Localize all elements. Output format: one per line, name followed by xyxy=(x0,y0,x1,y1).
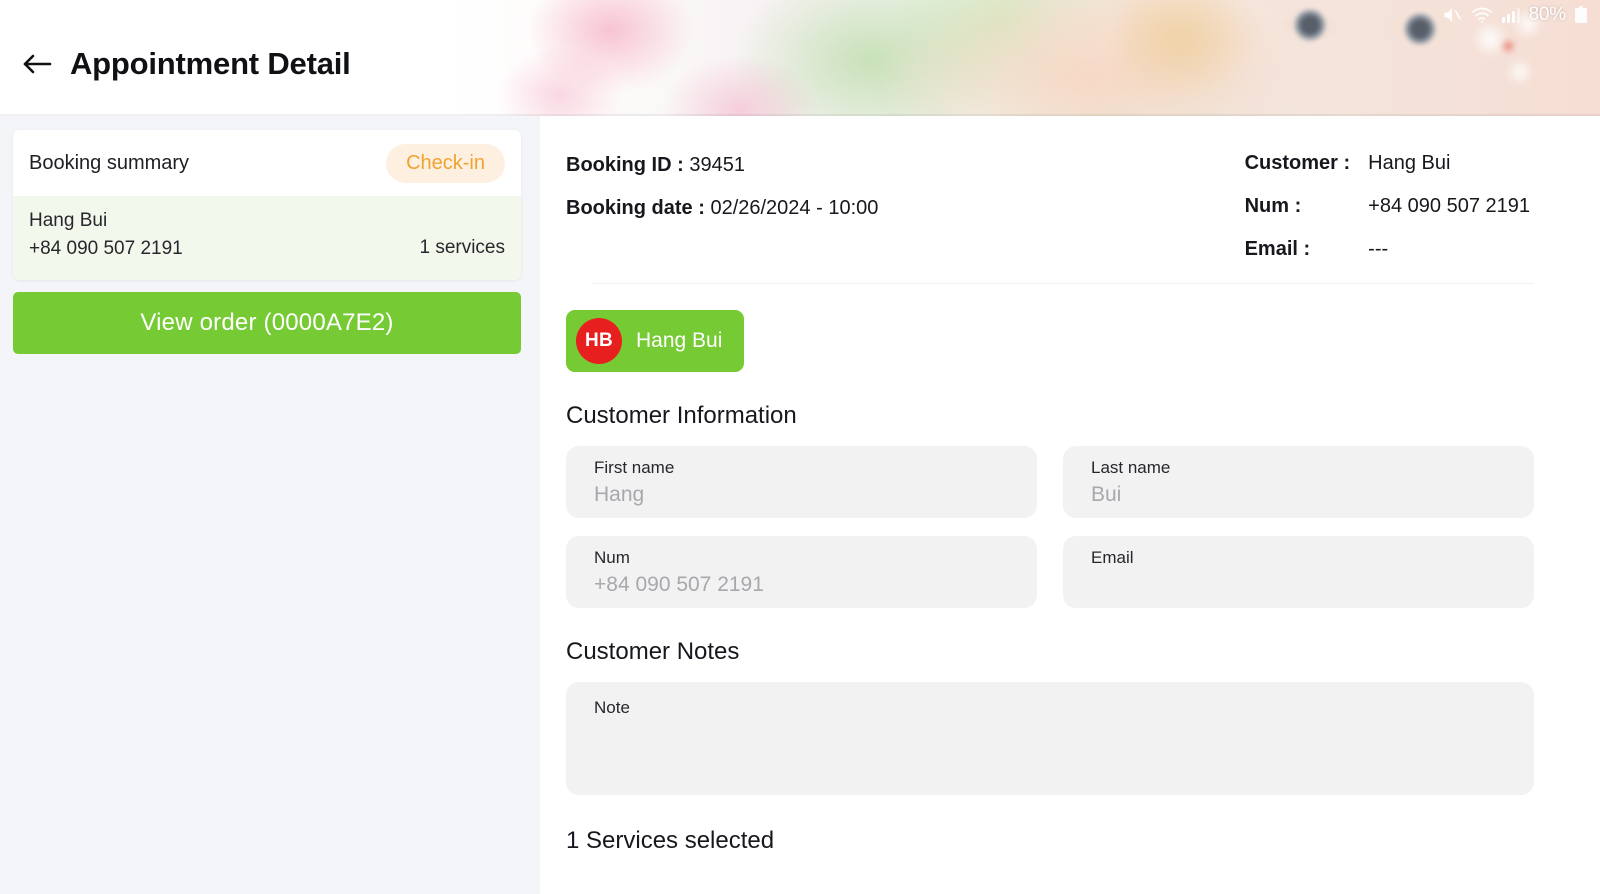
note-value xyxy=(594,718,1506,742)
email-label: Email : xyxy=(1244,238,1311,260)
avatar: HB xyxy=(576,318,622,364)
battery-percentage: 80% xyxy=(1528,4,1567,25)
booking-summary-title: Booking summary xyxy=(29,151,190,174)
summary-service-count: 1 services xyxy=(419,237,505,258)
num-field-label: Num xyxy=(594,548,630,567)
customer-notes-heading: Customer Notes xyxy=(566,638,740,665)
left-sidebar: Booking summary Check-in Hang Bui +84 09… xyxy=(0,116,540,894)
battery-icon xyxy=(1574,6,1588,24)
last-name-field[interactable]: Last name Bui xyxy=(1063,446,1534,518)
booking-id-row: Booking ID : 39451 xyxy=(566,154,878,177)
first-name-field[interactable]: First name Hang xyxy=(566,446,1037,518)
summary-customer-phone: +84 090 507 2191 xyxy=(29,238,183,259)
last-name-value: Bui xyxy=(1091,483,1122,506)
num-field[interactable]: Num +84 090 507 2191 xyxy=(566,536,1037,608)
booking-info-left: Booking ID : 39451 Booking date : 02/26/… xyxy=(566,152,878,240)
booking-info-grid: Booking ID : 39451 Booking date : 02/26/… xyxy=(566,152,1534,261)
booking-date-label: Booking date : xyxy=(566,197,705,219)
customer-value: Hang Bui xyxy=(1368,152,1451,174)
view-order-button[interactable]: View order (0000A7E2) xyxy=(13,292,521,354)
num-field-value: +84 090 507 2191 xyxy=(594,573,764,596)
booking-date-row: Booking date : 02/26/2024 - 10:00 xyxy=(566,197,878,220)
status-badge[interactable]: Check-in xyxy=(386,143,505,183)
email-value: --- xyxy=(1368,238,1389,260)
customer-label: Customer : xyxy=(1244,152,1351,174)
page-body: Booking summary Check-in Hang Bui +84 09… xyxy=(0,116,1600,894)
summary-customer-block: Hang Bui +84 090 507 2191 xyxy=(29,210,183,260)
email-field-label: Email xyxy=(1091,548,1134,567)
section-divider xyxy=(592,283,1534,284)
summary-customer-name: Hang Bui xyxy=(29,210,108,231)
customer-chip[interactable]: HB Hang Bui xyxy=(566,310,745,372)
email-field[interactable]: Email xyxy=(1063,536,1534,608)
email-field-value xyxy=(1091,573,1506,597)
page-title-row: Appointment Detail xyxy=(22,46,351,82)
booking-summary-card: Booking summary Check-in Hang Bui +84 09… xyxy=(13,130,521,280)
last-name-label: Last name xyxy=(1091,458,1171,477)
status-bar: 80% xyxy=(1441,4,1588,26)
banner-hair xyxy=(1120,0,1310,116)
app-root: 80% Appointment Detail Booking summary C… xyxy=(0,0,1600,894)
header-banner-image xyxy=(440,0,1600,116)
back-arrow-icon[interactable] xyxy=(22,51,52,77)
mute-icon xyxy=(1441,5,1463,25)
booking-id-value: 39451 xyxy=(689,154,745,176)
detail-panel: Booking ID : 39451 Booking date : 02/26/… xyxy=(540,116,1600,894)
chip-customer-name: Hang Bui xyxy=(636,329,723,352)
first-name-value: Hang xyxy=(594,483,645,506)
customer-note-input[interactable]: Note xyxy=(566,682,1534,795)
wifi-icon xyxy=(1471,6,1493,24)
num-label: Num : xyxy=(1244,195,1302,217)
banner-eye-left xyxy=(1282,10,1338,40)
first-name-label: First name xyxy=(594,458,675,477)
page-title: Appointment Detail xyxy=(70,46,351,81)
app-header: 80% Appointment Detail xyxy=(0,0,1600,116)
booking-info-right: Customer : Hang Bui Num : +84 090 507 21… xyxy=(1245,152,1534,261)
booking-summary-header: Booking summary Check-in xyxy=(13,130,521,196)
booking-summary-body[interactable]: Hang Bui +84 090 507 2191 1 services xyxy=(13,196,521,280)
note-label: Note xyxy=(594,698,630,717)
booking-date-value: 02/26/2024 - 10:00 xyxy=(710,197,879,219)
booking-id-label: Booking ID : xyxy=(566,154,684,176)
cellular-signal-icon xyxy=(1501,6,1521,24)
num-value: +84 090 507 2191 xyxy=(1368,195,1530,217)
customer-information-fields: First name Hang Last name Bui Num +84 09… xyxy=(566,446,1534,608)
customer-information-heading: Customer Information xyxy=(566,402,797,429)
services-selected-heading: 1 Services selected xyxy=(566,827,775,854)
